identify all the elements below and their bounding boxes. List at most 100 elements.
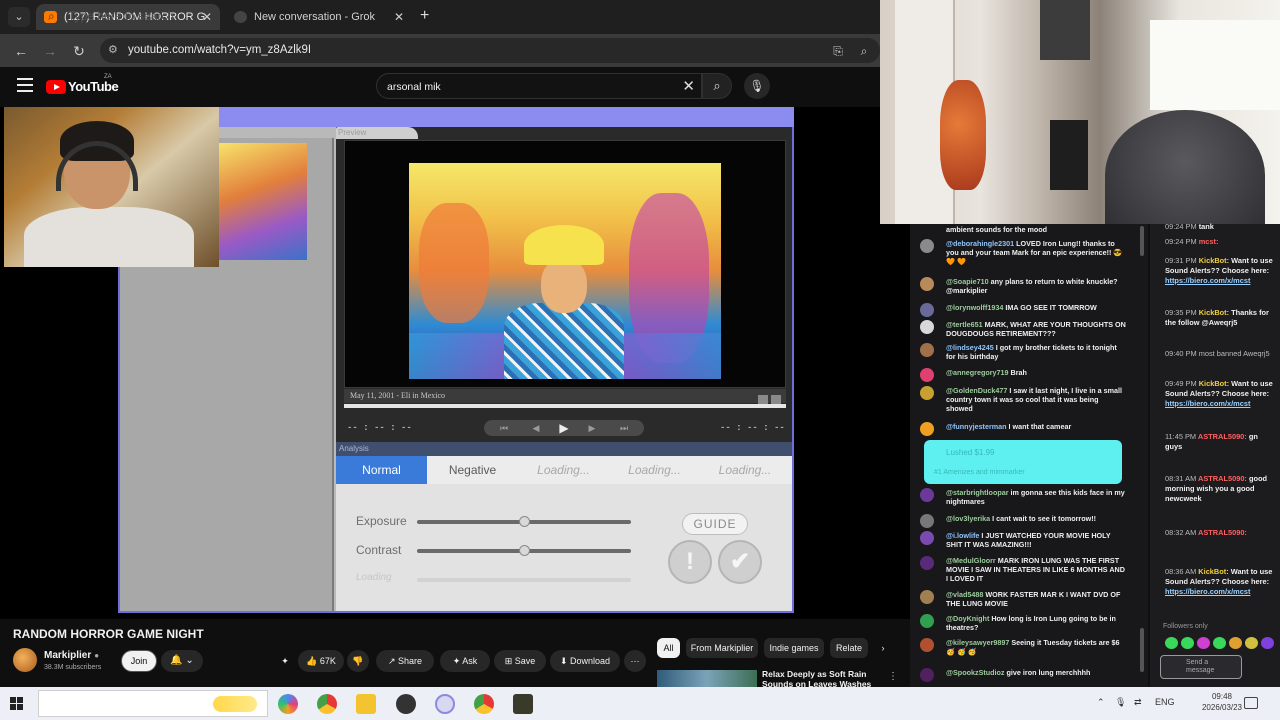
chip-indie-games[interactable]: Indie games: [764, 638, 824, 658]
followers-only-label: Followers only: [1163, 623, 1208, 630]
recommended-title[interactable]: Relax Deeply as Soft Rain Sounds on Leav…: [762, 669, 892, 687]
chat-scrollbar[interactable]: [1140, 628, 1144, 672]
chips-next-icon[interactable]: ›: [874, 638, 892, 658]
skip-back-icon[interactable]: ⏮: [494, 420, 514, 436]
step-back-icon[interactable]: ◀: [526, 420, 546, 436]
warning-button[interactable]: !: [668, 540, 712, 584]
join-button[interactable]: Join: [121, 650, 157, 672]
preview-progress-bar[interactable]: [344, 404, 786, 408]
chrome-icon[interactable]: [317, 694, 337, 714]
menu-icon[interactable]: [17, 78, 33, 92]
verified-icon: ●: [94, 651, 100, 660]
recommended-more-icon[interactable]: ⋮: [888, 671, 898, 682]
channel-avatar[interactable]: [13, 648, 37, 672]
search-input[interactable]: arsonal mik ✕: [376, 73, 702, 99]
tab-normal[interactable]: Normal: [336, 456, 427, 484]
streamer-facecam: [4, 107, 219, 267]
guide-button[interactable]: GUIDE: [682, 513, 748, 535]
exposure-slider-knob[interactable]: [518, 516, 530, 527]
chat-scrollbar-top[interactable]: [1140, 226, 1144, 256]
install-app-icon[interactable]: ⎘: [830, 43, 846, 59]
url-text: youtube.com/watch?v=ym_z8Azlk9I: [128, 44, 312, 56]
input-language[interactable]: ENG: [1155, 697, 1175, 707]
preview-photo: [409, 163, 721, 379]
microphone-icon[interactable]: 🎙: [744, 73, 770, 99]
windows-start-icon[interactable]: [10, 697, 23, 710]
notification-bell-button[interactable]: 🔔 ⌄: [161, 650, 203, 672]
chat-placeholder: Send a message: [1186, 659, 1215, 674]
microphone-tray-icon[interactable]: 🎙: [1115, 697, 1126, 708]
taskbar-clock[interactable]: 09:48 2026/03/23: [1197, 691, 1247, 713]
chrome-profile-icon[interactable]: [474, 694, 494, 714]
emote-row[interactable]: [1165, 636, 1277, 650]
avatar: [920, 343, 934, 357]
avatar: [920, 422, 934, 436]
reload-icon[interactable]: ↻: [70, 42, 88, 60]
tab-grok[interactable]: New conversation - Grok ✕: [226, 4, 412, 30]
new-tab-button[interactable]: +: [420, 6, 436, 26]
file-explorer-icon[interactable]: [356, 694, 376, 714]
share-button[interactable]: ↗ Share: [376, 650, 434, 672]
video-title: RANDOM HORROR GAME NIGHT: [13, 627, 204, 641]
windows-taskbar: [0, 687, 1280, 720]
dislike-button[interactable]: 👎: [347, 650, 369, 672]
chip-from-markiplier[interactable]: From Markiplier: [686, 638, 758, 658]
save-button[interactable]: ⊞ Save: [494, 650, 546, 672]
more-actions-icon[interactable]: ⋯: [624, 650, 646, 672]
skip-forward-icon[interactable]: ⏭: [614, 420, 634, 436]
contrast-slider-knob[interactable]: [518, 545, 530, 556]
chip-all[interactable]: All: [657, 638, 680, 658]
avatar: [920, 668, 934, 682]
notification-center-icon[interactable]: [1244, 697, 1258, 709]
kick-chat-message: 09:24 PM mcst:: [1165, 237, 1219, 246]
forward-arrow-icon[interactable]: →: [41, 42, 59, 60]
play-icon[interactable]: ▶: [554, 420, 574, 436]
tray-overflow-icon[interactable]: ⌃: [1097, 697, 1105, 708]
chip-related[interactable]: Relate: [830, 638, 868, 658]
copilot-icon[interactable]: [278, 694, 298, 714]
recommended-thumbnail[interactable]: [657, 670, 757, 688]
game-title-bar: [219, 107, 794, 127]
tab-loading-2[interactable]: Loading...: [609, 456, 700, 484]
address-bar-row: ← → ↻ ⚙ youtube.com/watch?v=ym_z8Azlk9I …: [0, 34, 880, 67]
like-button[interactable]: 👍 67K: [298, 650, 344, 672]
clear-search-icon[interactable]: ✕: [682, 74, 695, 100]
kick-chat-message: 08:31 AM ASTRAL5090: good morning wish y…: [1165, 474, 1268, 503]
youtube-play-icon: [46, 80, 66, 94]
tab-search-icon[interactable]: ⌄: [8, 7, 30, 27]
snipping-tool-icon[interactable]: [435, 694, 455, 714]
close-tab-icon[interactable]: ✕: [202, 4, 212, 30]
site-info-icon[interactable]: ⚙: [108, 44, 120, 56]
avatar: [920, 320, 934, 334]
download-button[interactable]: ⬇ Download: [550, 650, 620, 672]
kick-chat-message: 09:35 PM KickBot: Thanks for the follow …: [1165, 308, 1269, 327]
subscriber-count: 38.3M subscribers: [44, 664, 102, 671]
super-chat-amount: Lushed $1.99: [946, 448, 995, 457]
tab-loading-1[interactable]: Loading...: [518, 456, 609, 484]
tab-negative[interactable]: Negative: [427, 456, 518, 484]
channel-name[interactable]: Markiplier ●: [44, 650, 99, 661]
close-tab-icon[interactable]: ✕: [394, 4, 404, 30]
photo-caption: May 11, 2001 - Eli in Mexico: [350, 391, 446, 400]
zoom-icon[interactable]: ⌕: [856, 43, 872, 59]
transport-controls: ⏮ ◀ ▶ ▶ ⏭: [484, 420, 644, 436]
avatar: [920, 556, 934, 570]
disabled-slider: [417, 578, 631, 582]
back-arrow-icon[interactable]: ←: [12, 42, 30, 60]
search-icon: ⌕: [48, 9, 55, 23]
game-app-icon[interactable]: [513, 694, 533, 714]
kick-chat-message: 11:45 PM ASTRAL5090: gn guys: [1165, 432, 1258, 451]
super-chat-card[interactable]: Lushed $1.99 #1 Amenizes and mimmarker: [924, 440, 1122, 484]
ask-button[interactable]: ✦ Ask: [440, 650, 490, 672]
tab-loading-3[interactable]: Loading...: [700, 456, 790, 484]
obs-icon[interactable]: [396, 694, 416, 714]
step-forward-icon[interactable]: ▶: [582, 420, 602, 436]
confirm-button[interactable]: ✔: [718, 540, 762, 584]
search-highlight-icon[interactable]: [213, 696, 257, 712]
kick-chat-panel: [1150, 224, 1280, 687]
avatar: [920, 488, 934, 502]
sparkle-icon[interactable]: ✦: [274, 650, 296, 672]
screen: ⌄ (127) RANDOM HORROR G ✕ New conversati…: [0, 0, 1280, 720]
url-omnibox[interactable]: ⚙ youtube.com/watch?v=ym_z8Azlk9I ⎘ ⌕: [100, 38, 880, 63]
search-icon[interactable]: ⌕: [702, 73, 732, 99]
